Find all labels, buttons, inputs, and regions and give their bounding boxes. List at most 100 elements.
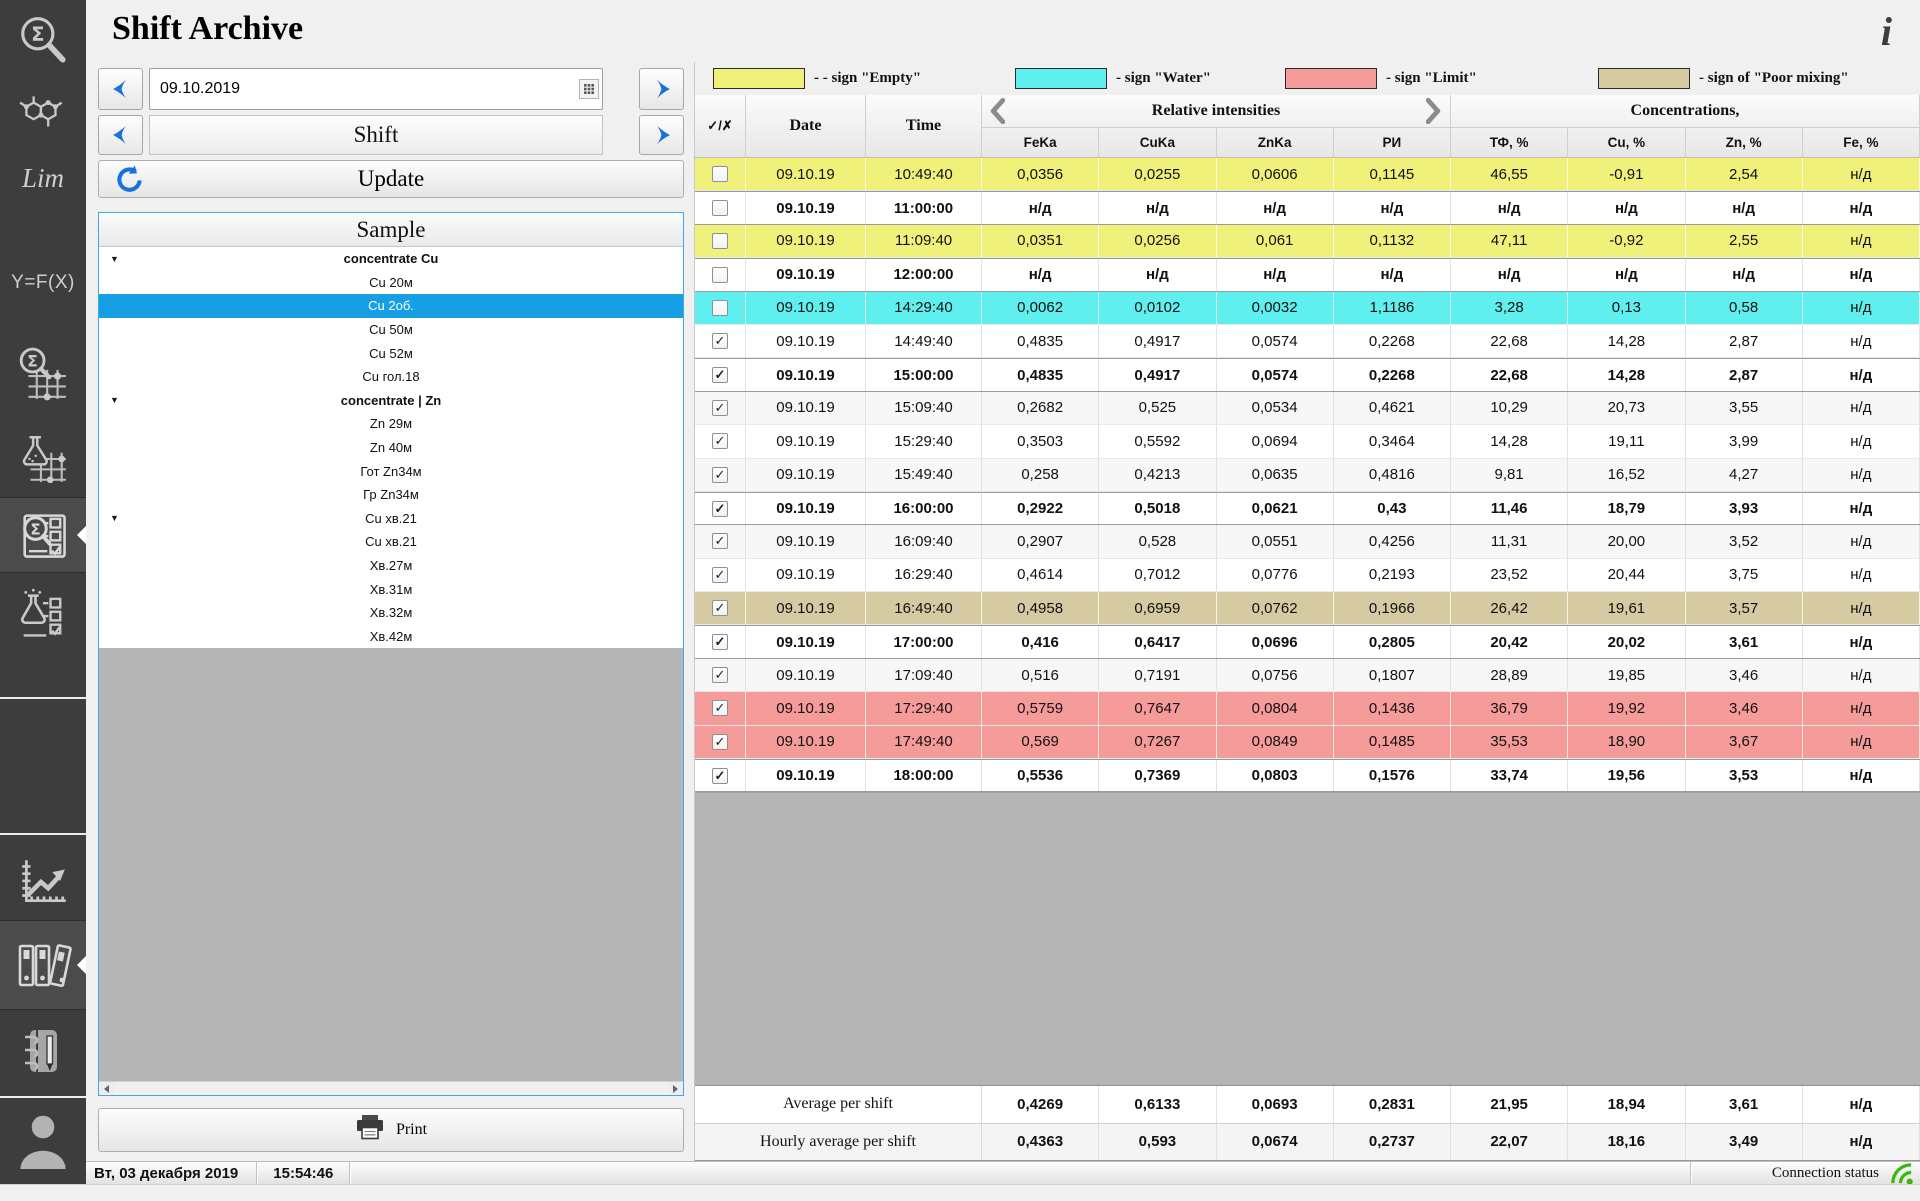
sidebar-item-trend-chart[interactable] — [0, 848, 86, 916]
row-checkbox[interactable]: ✓ — [712, 433, 728, 449]
sample-tree-item[interactable]: Cu 52м — [99, 341, 683, 365]
sidebar-item-flask-checklist[interactable] — [0, 582, 86, 648]
table-row[interactable]: ✓09.10.1916:09:400,29070,5280,05510,4256… — [695, 525, 1920, 558]
sample-tree-item[interactable]: Cu 2об. — [99, 294, 683, 318]
column-header-cuka[interactable]: CuKa — [1099, 128, 1216, 157]
cell-value: 0,2922 — [982, 493, 1099, 524]
scroll-columns-left-icon[interactable] — [990, 98, 1006, 124]
column-header-feka[interactable]: FeKa — [982, 128, 1099, 157]
sample-tree-item[interactable]: ▼Cu хв.21 — [99, 507, 683, 531]
next-shift-button[interactable] — [639, 115, 684, 155]
row-checkbox[interactable] — [712, 166, 728, 182]
scroll-columns-right-icon[interactable] — [1426, 98, 1442, 124]
row-checkbox[interactable]: ✓ — [712, 700, 728, 716]
date-input[interactable] — [149, 68, 603, 110]
tree-expand-icon[interactable]: ▼ — [110, 395, 119, 405]
table-row[interactable]: ✓09.10.1916:00:000,29220,50180,06210,431… — [695, 492, 1920, 525]
table-row[interactable]: 09.10.1910:49:400,03560,02550,06060,1145… — [695, 158, 1920, 191]
column-header-time[interactable]: Time — [866, 95, 982, 157]
table-row[interactable]: 09.10.1911:00:00н/дн/дн/дн/дн/дн/дн/дн/д — [695, 191, 1920, 224]
table-row[interactable]: 09.10.1912:00:00н/дн/дн/дн/дн/дн/дн/дн/д — [695, 258, 1920, 291]
scroll-right-button[interactable] — [668, 1082, 683, 1095]
table-row[interactable]: ✓09.10.1917:29:400,57590,76470,08040,143… — [695, 692, 1920, 725]
column-header-check[interactable]: ✓/✗ — [695, 95, 746, 157]
prev-date-button[interactable] — [98, 68, 143, 110]
table-row[interactable]: ✓09.10.1916:49:400,49580,69590,07620,196… — [695, 592, 1920, 625]
sample-tree-item[interactable]: Хв.32м — [99, 601, 683, 625]
prev-shift-button[interactable] — [98, 115, 143, 155]
sample-tree-item[interactable]: ▼concentrate Cu — [99, 247, 683, 271]
sidebar-item-y-fx-shortcut[interactable]: Y=F(X) — [0, 262, 86, 304]
sample-tree-item[interactable]: Zn 40м — [99, 436, 683, 460]
table-row[interactable]: ✓09.10.1915:49:400,2580,42130,06350,4816… — [695, 459, 1920, 492]
sample-tree-item[interactable]: Cu гол.18 — [99, 365, 683, 389]
print-button[interactable]: Print — [98, 1108, 684, 1152]
tree-expand-icon[interactable]: ▼ — [110, 254, 119, 264]
row-checkbox[interactable]: ✓ — [712, 667, 728, 683]
table-row[interactable]: ✓09.10.1915:29:400,35030,55920,06940,346… — [695, 425, 1920, 458]
column-header-ри[interactable]: РИ — [1334, 128, 1451, 157]
table-row[interactable]: ✓09.10.1917:49:400,5690,72670,08490,1485… — [695, 726, 1920, 759]
row-checkbox[interactable] — [712, 267, 728, 283]
sidebar-item-sigma-search[interactable]: Σ — [0, 8, 86, 74]
update-button[interactable]: Update — [98, 160, 684, 198]
row-checkbox[interactable] — [712, 233, 728, 249]
row-checkbox[interactable] — [712, 200, 728, 216]
sample-tree-item[interactable]: Хв.27м — [99, 554, 683, 578]
sidebar-item-journal[interactable] — [0, 1018, 86, 1084]
table-row[interactable]: ✓09.10.1914:49:400,48350,49170,05740,226… — [695, 325, 1920, 358]
row-checkbox[interactable]: ✓ — [712, 768, 728, 784]
table-row[interactable]: ✓09.10.1917:00:000,4160,64170,06960,2805… — [695, 625, 1920, 658]
sample-tree-item[interactable]: Хв.42м — [99, 625, 683, 649]
column-header-fe[interactable]: Fe, % — [1803, 128, 1920, 157]
row-checkbox[interactable]: ✓ — [712, 367, 728, 383]
column-header-date[interactable]: Date — [746, 95, 866, 157]
table-row[interactable]: 09.10.1914:29:400,00620,01020,00321,1186… — [695, 292, 1920, 325]
row-checkbox[interactable]: ✓ — [712, 533, 728, 549]
sample-tree-item[interactable]: ▼concentrate | Zn — [99, 389, 683, 413]
cell-value: 0,0574 — [1217, 325, 1334, 357]
column-header-тф[interactable]: ТФ, % — [1451, 128, 1568, 157]
row-checkbox[interactable]: ✓ — [712, 734, 728, 750]
row-checkbox[interactable]: ✓ — [712, 467, 728, 483]
sample-tree-item[interactable]: Zn 29м — [99, 412, 683, 436]
table-row[interactable]: ✓09.10.1918:00:000,55360,73690,08030,157… — [695, 759, 1920, 792]
row-checkbox[interactable]: ✓ — [712, 600, 728, 616]
row-checkbox[interactable]: ✓ — [712, 400, 728, 416]
row-checkbox[interactable]: ✓ — [712, 567, 728, 583]
row-checkbox[interactable] — [712, 300, 728, 316]
sample-tree-item[interactable]: Cu 50м — [99, 318, 683, 342]
cell-time: 15:09:40 — [866, 392, 982, 424]
table-row[interactable]: 09.10.1911:09:400,03510,02560,0610,11324… — [695, 225, 1920, 258]
calendar-button[interactable] — [579, 79, 599, 99]
info-icon[interactable]: i — [1881, 8, 1892, 55]
horizontal-scrollbar[interactable] — [99, 1081, 683, 1095]
sidebar-item-flask-chart[interactable] — [0, 426, 86, 492]
sidebar-item-lim-shortcut[interactable]: Lim — [0, 154, 86, 202]
table-row[interactable]: ✓09.10.1915:09:400,26820,5250,05340,4621… — [695, 392, 1920, 425]
row-checkbox[interactable]: ✓ — [712, 501, 728, 517]
sample-tree-item[interactable]: Хв.31м — [99, 577, 683, 601]
sample-tree-item[interactable]: Гр Zn34м — [99, 483, 683, 507]
next-date-button[interactable] — [639, 68, 684, 110]
sample-tree-item[interactable]: Cu 20м — [99, 271, 683, 295]
table-row[interactable]: ✓09.10.1915:00:000,48350,49170,05740,226… — [695, 358, 1920, 391]
sidebar-item-sigma-checklist[interactable]: Σ — [0, 497, 86, 573]
table-row[interactable]: ✓09.10.1917:09:400,5160,71910,07560,1807… — [695, 659, 1920, 692]
cell-value: н/д — [1803, 158, 1920, 190]
column-header-znka[interactable]: ZnKa — [1217, 128, 1334, 157]
sidebar-item-user[interactable] — [0, 1102, 86, 1180]
tree-expand-icon[interactable]: ▼ — [110, 513, 119, 523]
row-checkbox[interactable]: ✓ — [712, 634, 728, 650]
sample-tree-item[interactable]: Cu хв.21 — [99, 530, 683, 554]
sample-tree-item[interactable]: Гот Zn34м — [99, 459, 683, 483]
table-row[interactable]: ✓09.10.1916:29:400,46140,70120,07760,219… — [695, 559, 1920, 592]
sidebar-item-archive-binders[interactable] — [0, 920, 86, 1010]
sample-list-empty-area — [99, 648, 683, 1081]
sidebar-item-sigma-chart[interactable]: Σ — [0, 340, 86, 408]
sidebar-item-molecule[interactable] — [0, 86, 86, 140]
column-header-zn[interactable]: Zn, % — [1686, 128, 1803, 157]
scroll-left-button[interactable] — [99, 1082, 114, 1095]
column-header-cu[interactable]: Cu, % — [1568, 128, 1685, 157]
row-checkbox[interactable]: ✓ — [712, 333, 728, 349]
